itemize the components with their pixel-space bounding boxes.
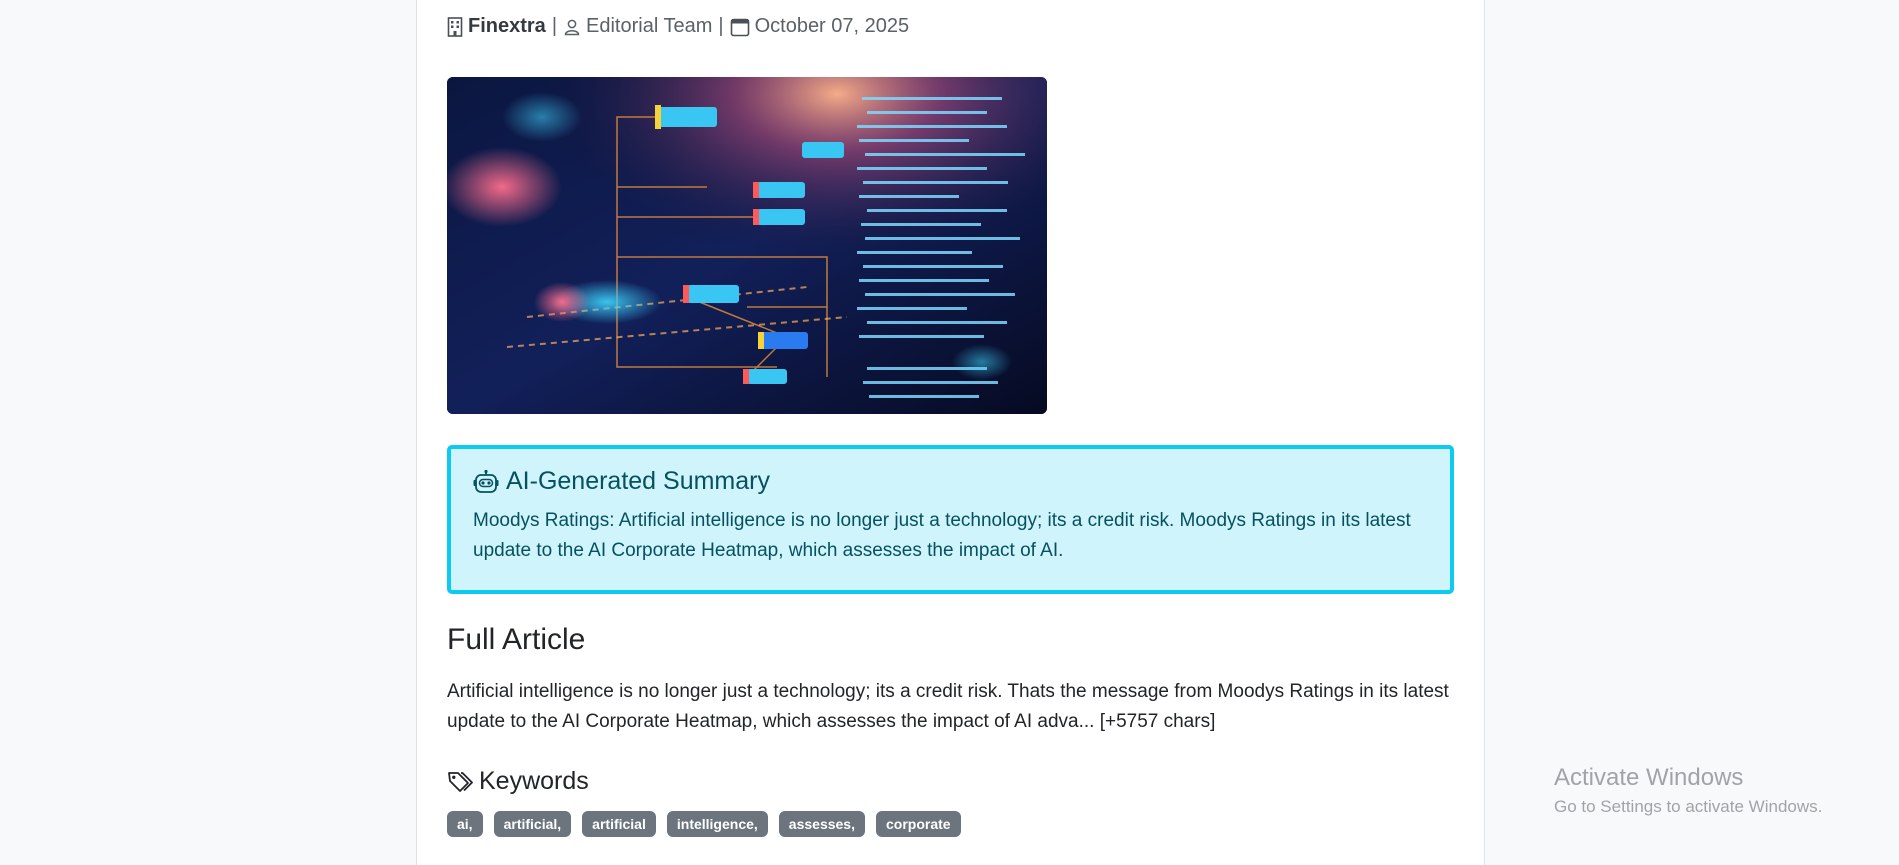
ai-summary-title: AI-Generated Summary — [506, 467, 770, 495]
watermark-subtitle: Go to Settings to activate Windows. — [1554, 797, 1823, 816]
meta-separator: | — [551, 15, 558, 37]
keyword-badge[interactable]: corporate — [875, 811, 961, 837]
ai-summary-heading: AI-Generated Summary — [473, 467, 1428, 496]
keyword-badge[interactable]: assesses, — [778, 811, 865, 837]
watermark-title: Activate Windows — [1554, 764, 1744, 791]
author-name: Editorial Team — [586, 15, 713, 37]
keyword-badge[interactable]: intelligence, — [666, 811, 768, 837]
ai-summary-box: AI-Generated Summary Moodys Ratings: Art… — [447, 445, 1454, 594]
tags-icon — [447, 770, 473, 794]
publish-date: October 07, 2025 — [754, 15, 910, 37]
building-icon — [447, 16, 463, 37]
keyword-badge[interactable]: artificial, — [493, 811, 572, 837]
keyword-badge[interactable]: artificial — [582, 811, 656, 837]
article-image — [447, 77, 1047, 414]
article-meta: Finextra | Editorial Team | October 07, … — [447, 15, 909, 38]
ai-summary-text: Moodys Ratings: Artificial intelligence … — [473, 510, 1411, 561]
full-article-body: Artificial intelligence is no longer jus… — [447, 681, 1449, 732]
full-article-heading: Full Article — [447, 623, 586, 656]
activate-windows-watermark: Activate Windows Go to Settings to activ… — [1554, 763, 1822, 819]
article-card: Finextra | Editorial Team | October 07, … — [416, 0, 1485, 865]
keyword-badge[interactable]: ai, — [447, 811, 483, 837]
keyword-badges: ai, artificial, artificial intelligence,… — [447, 811, 961, 837]
source-name: Finextra — [468, 15, 546, 37]
keywords-title: Keywords — [479, 767, 589, 795]
keywords-heading: Keywords — [447, 767, 589, 796]
meta-separator: | — [718, 15, 724, 37]
calendar-icon — [730, 17, 750, 37]
robot-icon — [473, 469, 499, 495]
person-icon — [563, 18, 581, 36]
